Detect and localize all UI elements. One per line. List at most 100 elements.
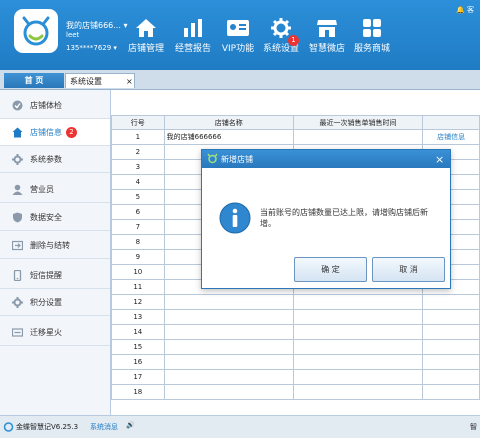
system-message-link[interactable]: 系统消息 xyxy=(90,422,118,432)
table-cell: 16 xyxy=(111,354,165,370)
bell-icon: 🔔 xyxy=(456,6,465,14)
table-row[interactable]: 1 我的店铺666666 店铺信息 xyxy=(111,129,480,145)
table-cell xyxy=(422,339,480,355)
column-header: 最近一次销售单销售时间 xyxy=(292,115,424,130)
table-row[interactable]: 12 xyxy=(111,294,480,310)
table-row[interactable]: 17 xyxy=(111,369,480,385)
table-row[interactable]: 14 xyxy=(111,324,480,340)
table-cell: 14 xyxy=(111,324,165,340)
table-row[interactable]: 13 xyxy=(111,309,480,325)
nav-label: 经营报告 xyxy=(174,44,211,54)
table-cell: 9 xyxy=(111,249,165,265)
tab-system-settings[interactable]: 系统设置 × xyxy=(65,73,135,88)
vip-card-icon xyxy=(227,20,249,36)
column-header: 店铺名称 xyxy=(163,115,294,130)
table-cell xyxy=(422,309,480,325)
phone-icon xyxy=(13,270,22,281)
cancel-button[interactable]: 取 消 xyxy=(372,257,445,282)
sidebar-item-store-info[interactable]: 店铺信息 2 xyxy=(0,119,110,146)
table-cell: 8 xyxy=(111,234,165,250)
table-cell xyxy=(163,339,294,355)
table-row[interactable]: 15 xyxy=(111,339,480,355)
table-cell: 4 xyxy=(111,174,165,190)
table-cell xyxy=(163,324,294,340)
table-cell: 3 xyxy=(111,159,165,175)
tab-home[interactable]: 首 页 xyxy=(4,73,64,88)
table-row[interactable]: 16 xyxy=(111,354,480,370)
phone-dropdown[interactable]: 135****7629 ▾ xyxy=(66,44,117,52)
app-logo xyxy=(14,9,58,53)
store-info-link[interactable]: 店铺信息 xyxy=(422,129,480,145)
table-cell xyxy=(292,384,424,400)
table-cell xyxy=(292,354,424,370)
user-name: leet xyxy=(66,31,80,39)
sidebar-item-migrate[interactable]: 迁移星火 xyxy=(0,319,110,346)
sidebar-item-clerk[interactable]: 营业员 xyxy=(0,176,110,203)
table-cell: 10 xyxy=(111,264,165,280)
nav-store-management[interactable]: 店铺管理 xyxy=(124,18,168,54)
sidebar-item-points-settings[interactable]: 积分设置 xyxy=(0,289,110,316)
table-cell xyxy=(292,339,424,355)
table-cell xyxy=(292,309,424,325)
nav-system-settings[interactable]: 系统设置 1 xyxy=(262,18,300,54)
migrate-icon xyxy=(12,328,23,337)
nav-vip[interactable]: VIP功能 xyxy=(219,18,257,54)
user-icon xyxy=(12,184,23,195)
check-circle-icon xyxy=(12,100,23,111)
app-version: 金蝶智慧记V6.25.3 xyxy=(16,423,79,431)
app-logo-icon xyxy=(207,153,218,164)
nav-smart-shop[interactable]: 智慧微店 xyxy=(307,18,347,54)
points-gear-icon xyxy=(12,297,23,308)
bar-chart-icon xyxy=(184,19,202,37)
home-icon xyxy=(136,19,156,37)
table-cell: 13 xyxy=(111,309,165,325)
home-icon xyxy=(12,127,23,138)
table-cell: 7 xyxy=(111,219,165,235)
table-cell: 6 xyxy=(111,204,165,220)
table-row[interactable]: 18 xyxy=(111,384,480,400)
dialog-message: 当前账号的店铺数量已达上限，请增购店铺后新增。 xyxy=(260,208,428,228)
top-right-menu[interactable]: 🔔 客 xyxy=(456,5,474,15)
close-icon[interactable]: × xyxy=(435,153,444,166)
table-cell xyxy=(163,384,294,400)
app-logo-icon xyxy=(3,422,14,432)
table-cell xyxy=(292,129,424,145)
table-cell: 5 xyxy=(111,189,165,205)
dialog-title-bar: 新增店铺 × xyxy=(202,150,450,168)
status-right-text: 智 xyxy=(470,423,477,431)
notification-badge: 1 xyxy=(288,35,299,46)
table-cell: 12 xyxy=(111,294,165,310)
table-cell xyxy=(422,324,480,340)
table-cell: 17 xyxy=(111,369,165,385)
grid-icon xyxy=(363,19,381,37)
sidebar-item-system-params[interactable]: 系统参数 xyxy=(0,146,110,173)
sidebar-item-store-check[interactable]: 店铺体检 xyxy=(0,92,110,119)
table-cell xyxy=(422,369,480,385)
store-name-dropdown[interactable]: 我的店铺666... ▾ xyxy=(66,20,127,31)
table-cell xyxy=(163,369,294,385)
column-header: 行号 xyxy=(111,115,165,130)
tab-close-icon[interactable]: × xyxy=(126,74,133,89)
sidebar-item-data-security[interactable]: 数据安全 xyxy=(0,204,110,231)
gear-icon xyxy=(271,18,291,38)
nav-business-report[interactable]: 经营报告 xyxy=(172,18,214,54)
table-cell xyxy=(292,324,424,340)
table-cell: 1 xyxy=(111,129,165,145)
nav-service-mall[interactable]: 服务商城 xyxy=(352,18,392,54)
sidebar-item-delete-transfer[interactable]: 删除与结转 xyxy=(0,232,110,259)
gear-icon xyxy=(12,154,23,165)
sidebar-item-sms-reminder[interactable]: 短信提醒 xyxy=(0,262,110,289)
shop-icon xyxy=(317,20,337,37)
nav-label: VIP功能 xyxy=(221,44,255,54)
nav-label: 服务商城 xyxy=(353,44,390,54)
transfer-icon xyxy=(12,240,23,251)
table-cell xyxy=(292,369,424,385)
table-cell xyxy=(422,294,480,310)
dialog-title: 新增店铺 xyxy=(221,155,253,164)
confirm-button[interactable]: 确 定 xyxy=(294,257,367,282)
shield-icon xyxy=(13,212,22,223)
table-header-row: 行号 店铺名称 最近一次销售单销售时间 xyxy=(111,115,480,130)
table-cell: 18 xyxy=(111,384,165,400)
table-cell xyxy=(292,294,424,310)
info-icon xyxy=(219,202,251,234)
